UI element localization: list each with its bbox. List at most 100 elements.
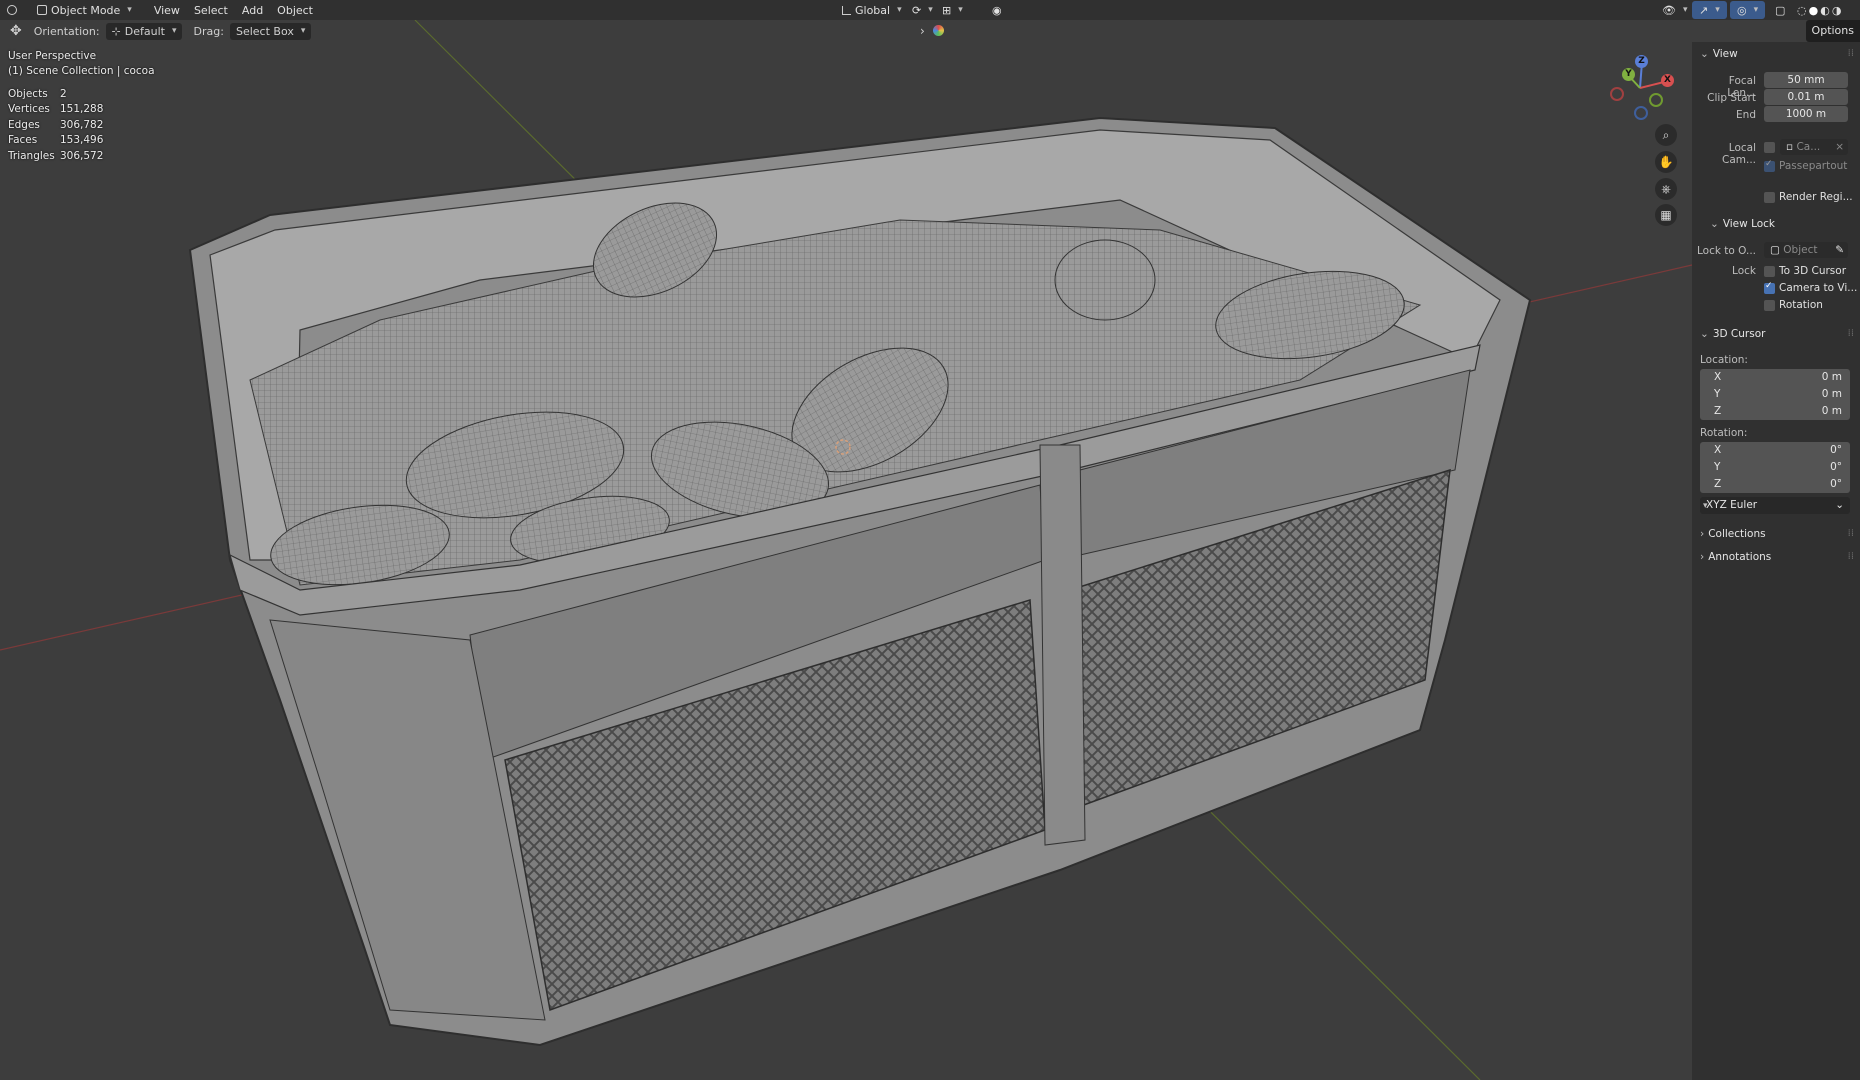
clip-start-field[interactable]: 0.01 m: [1764, 89, 1848, 105]
viewport-scene: [0, 19, 1693, 1080]
wireframe-shading-icon[interactable]: ◌: [1797, 4, 1807, 17]
overlays-icon: ◎: [1737, 3, 1747, 17]
pan-hand-icon[interactable]: ✋: [1655, 151, 1677, 173]
proportional-edit-button[interactable]: ◉: [985, 1, 1009, 19]
passepartout-label: Passepartout: [1779, 160, 1848, 172]
gizmo-z-axis[interactable]: Z: [1635, 55, 1648, 68]
clip-start-label: Clip Start: [1707, 92, 1756, 104]
cursor-panel-title: 3D Cursor: [1712, 328, 1766, 340]
cursor-location-y[interactable]: Y 0 m: [1700, 386, 1850, 403]
drag-handle-icon[interactable]: ⁞⁞: [1848, 528, 1854, 539]
editor-type-icon: [7, 5, 17, 15]
shading-buttons[interactable]: ◌ ● ◐ ◑: [1790, 1, 1848, 19]
gizmo-color-icon[interactable]: [933, 25, 944, 36]
menu-view-label: View: [153, 3, 180, 17]
menu-add-label: Add: [241, 3, 264, 17]
rotation-mode-dropdown[interactable]: XYZ Euler ⌄: [1700, 497, 1850, 514]
3d-cursor-panel-header[interactable]: 3D Cursor: [1700, 328, 1766, 340]
collections-panel-header[interactable]: Collections: [1700, 528, 1766, 540]
object-mode-icon: [37, 5, 47, 15]
cursor-location-label: Location:: [1700, 354, 1748, 366]
drag-handle-icon[interactable]: ⁞⁞: [1848, 551, 1854, 562]
view-panel-header[interactable]: View: [1700, 48, 1738, 60]
stat-label: Triangles: [8, 149, 55, 162]
stats-row: Edges 306,782: [8, 117, 103, 133]
orientation-default-icon: ⊹: [111, 24, 121, 38]
snap-dropdown[interactable]: ⊞: [935, 1, 970, 19]
transform-orientation-label: Global: [855, 3, 891, 17]
3d-viewport[interactable]: [0, 0, 1860, 1080]
lock-to-object-field[interactable]: ▢ Object ✎: [1764, 242, 1848, 258]
gizmo-neg-y[interactable]: [1649, 93, 1663, 107]
gizmo-neg-x[interactable]: [1610, 87, 1624, 101]
local-camera-label: Local Cam...: [1721, 142, 1756, 166]
cursor-rotation-z[interactable]: Z 0°: [1700, 476, 1850, 493]
local-camera-value: Ca...: [1796, 141, 1821, 153]
orientation-dropdown[interactable]: ⊹ Default: [105, 22, 182, 40]
lock-to-cursor-checkbox[interactable]: [1764, 266, 1775, 277]
visibility-dropdown[interactable]: 👁: [1655, 1, 1695, 19]
view-panel-title: View: [1712, 48, 1738, 60]
transform-orientation-dropdown[interactable]: Global: [835, 1, 909, 19]
collections-title: Collections: [1708, 528, 1766, 540]
cursor-rotation-x[interactable]: X 0°: [1700, 442, 1850, 459]
clear-x-icon[interactable]: ×: [1835, 139, 1844, 155]
local-camera-field[interactable]: ▫ Ca... ×: [1780, 139, 1848, 155]
menu-add[interactable]: Add: [235, 1, 270, 19]
axis-value: 0 m: [1821, 371, 1842, 383]
clip-end-label: End: [1736, 109, 1756, 121]
overlays-toggle[interactable]: ◎: [1730, 1, 1766, 19]
axis-label: X: [1714, 371, 1722, 383]
drag-handle-icon[interactable]: ⁞⁞: [1848, 328, 1854, 339]
cursor-location-z[interactable]: Z 0 m: [1700, 403, 1850, 420]
perspective-grid-icon[interactable]: ▦: [1655, 204, 1677, 226]
zoom-icon[interactable]: ⌕: [1655, 124, 1677, 146]
cursor-rotation-y[interactable]: Y 0°: [1700, 459, 1850, 476]
lock-label: Lock: [1732, 265, 1756, 277]
camera-view-icon[interactable]: ⎈: [1655, 178, 1677, 200]
drag-value: Select Box: [235, 24, 294, 38]
stat-label: Vertices: [8, 103, 50, 116]
drag-dropdown[interactable]: Select Box: [229, 22, 312, 40]
drag-label: Drag:: [193, 24, 224, 38]
crate-model: [188, 116, 1532, 1047]
solid-shading-icon[interactable]: ●: [1809, 4, 1819, 17]
cursor-location-x[interactable]: X 0 m: [1700, 369, 1850, 386]
axis-value: 0°: [1830, 478, 1842, 490]
menu-object[interactable]: Object: [270, 1, 320, 19]
xray-toggle[interactable]: ▢: [1768, 1, 1792, 19]
view-lock-panel-header[interactable]: View Lock: [1710, 218, 1775, 230]
sidebar-collapse-chevron-icon[interactable]: ›: [920, 24, 925, 38]
focal-length-field[interactable]: 50 mm: [1764, 72, 1848, 88]
gizmo-neg-z[interactable]: [1634, 106, 1648, 120]
stat-label: Edges: [8, 118, 40, 131]
clip-end-field[interactable]: 1000 m: [1764, 106, 1848, 122]
gizmo-toggle[interactable]: ↗: [1692, 1, 1727, 19]
annotations-panel-header[interactable]: Annotations: [1700, 551, 1771, 563]
pivot-icon: ⟳: [912, 3, 922, 17]
eyedropper-icon[interactable]: ✎: [1835, 242, 1844, 258]
menu-object-label: Object: [277, 3, 313, 17]
stats-row: Vertices 151,288: [8, 102, 103, 118]
menu-view[interactable]: View: [147, 1, 187, 19]
render-region-checkbox[interactable]: [1764, 192, 1775, 203]
stat-value: 151,288: [60, 103, 104, 116]
lock-rotation-checkbox[interactable]: [1764, 300, 1775, 311]
material-shading-icon[interactable]: ◐: [1820, 4, 1830, 17]
chevron-down-icon: ⌄: [1835, 499, 1844, 511]
axis-label: Y: [1714, 388, 1721, 400]
rendered-shading-icon[interactable]: ◑: [1832, 4, 1842, 17]
gizmo-y-axis[interactable]: Y: [1622, 68, 1635, 81]
passepartout-checkbox[interactable]: [1764, 159, 1775, 172]
gizmo-x-axis[interactable]: X: [1661, 74, 1674, 87]
collection-name: (1) Scene Collection | cocoa: [8, 65, 155, 77]
transform-tool-icon[interactable]: ✥: [10, 23, 22, 39]
drag-handle-icon[interactable]: ⁞⁞: [1848, 48, 1854, 59]
menu-select[interactable]: Select: [187, 1, 235, 19]
options-button[interactable]: Options: [1805, 20, 1860, 42]
editor-type-button[interactable]: [0, 1, 24, 19]
local-camera-checkbox[interactable]: [1764, 142, 1775, 153]
mode-selector[interactable]: Object Mode: [30, 1, 139, 19]
axis-label: Z: [1714, 478, 1722, 490]
camera-to-view-checkbox[interactable]: [1764, 281, 1775, 294]
